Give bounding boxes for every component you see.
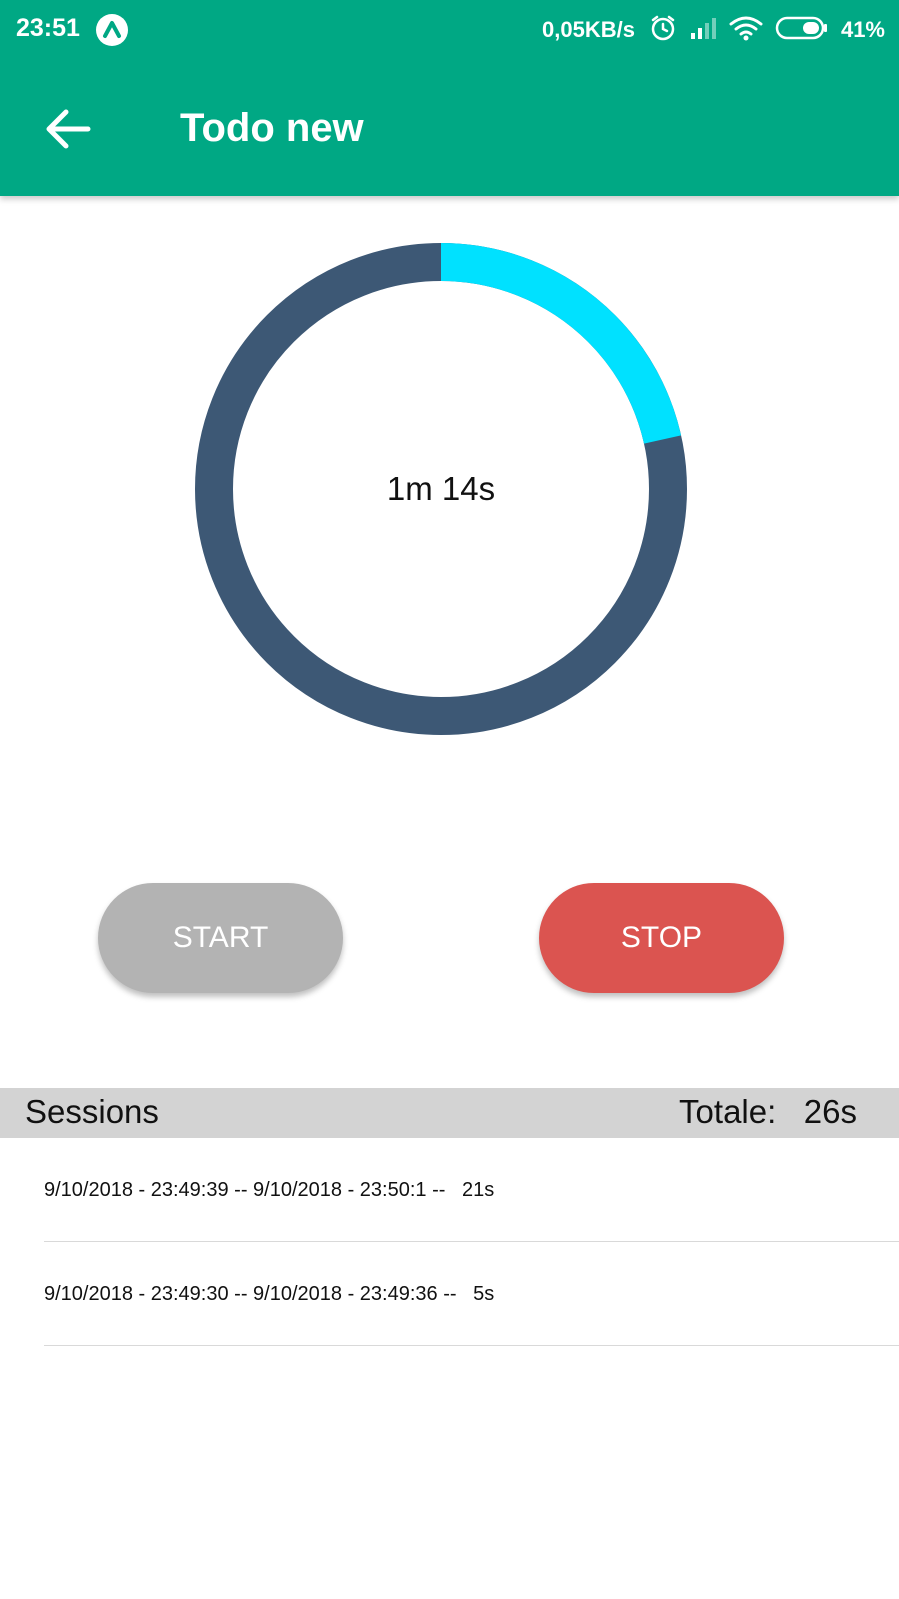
arrow-left-icon — [46, 109, 91, 149]
list-item[interactable]: 9/10/2018 - 23:49:39 -- 9/10/2018 - 23:5… — [44, 1137, 899, 1242]
network-speed: 0,05KB/s — [542, 17, 635, 42]
elapsed-time: 1m 14s — [386, 470, 496, 507]
status-right-group: 0,05KB/s 41% — [542, 12, 885, 48]
list-item[interactable]: 9/10/2018 - 23:49:30 -- 9/10/2018 - 23:4… — [44, 1241, 899, 1346]
status-bar: 23:51 0,05KB/s 41% — [0, 0, 899, 62]
alarm-icon — [649, 14, 677, 47]
stop-button[interactable]: STOP — [539, 883, 784, 993]
timer-progress-ring: 1m 14s — [195, 243, 687, 735]
sessions-label: Sessions — [25, 1093, 159, 1130]
app-bar: 23:51 0,05KB/s 41% Todo new — [0, 0, 899, 196]
back-button[interactable] — [40, 104, 96, 154]
signal-icon — [689, 16, 717, 45]
wifi-icon — [729, 15, 763, 46]
battery-percent: 41% — [840, 17, 885, 42]
app-notification-icon — [96, 14, 128, 46]
sessions-header: Sessions Totale: 26s — [0, 1088, 899, 1138]
session-text: 9/10/2018 - 23:49:30 -- 9/10/2018 - 23:4… — [44, 1283, 495, 1305]
start-button[interactable]: START — [98, 883, 343, 993]
session-text: 9/10/2018 - 23:49:39 -- 9/10/2018 - 23:5… — [44, 1179, 495, 1201]
sessions-total: Totale: 26s — [679, 1093, 857, 1130]
status-time: 23:51 — [16, 14, 80, 42]
page-title: Todo new — [180, 106, 364, 150]
battery-icon — [775, 15, 829, 46]
